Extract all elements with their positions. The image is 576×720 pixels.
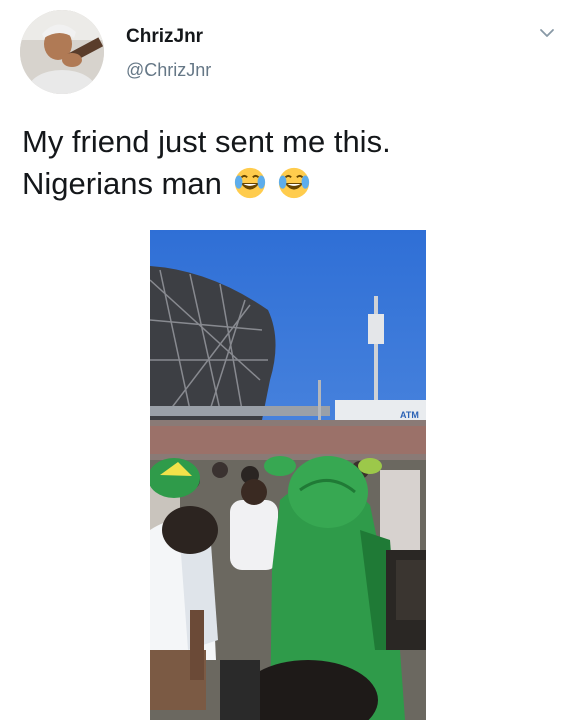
tweet-text-line-2-text: Nigerians man <box>22 166 222 201</box>
profile-photo <box>20 10 104 94</box>
face-with-tears-of-joy-icon <box>234 167 265 199</box>
tweet-text-line-1: My friend just sent me this. <box>22 124 391 159</box>
avatar[interactable] <box>20 10 104 94</box>
tweet-text: My friend just sent me this. Nigerians m… <box>22 121 552 205</box>
chevron-down-icon[interactable] <box>538 24 556 42</box>
author-handle[interactable]: @ChrizJnr <box>126 60 211 81</box>
crowd-scene-image: ATM <box>150 230 426 720</box>
video-thumbnail[interactable]: ATM <box>150 230 426 720</box>
tweet-text-line-2: Nigerians man <box>22 163 552 205</box>
store-sign-text: ATM <box>400 410 419 420</box>
author-display-name[interactable]: ChrizJnr <box>126 26 203 48</box>
face-with-tears-of-joy-icon <box>279 167 310 199</box>
